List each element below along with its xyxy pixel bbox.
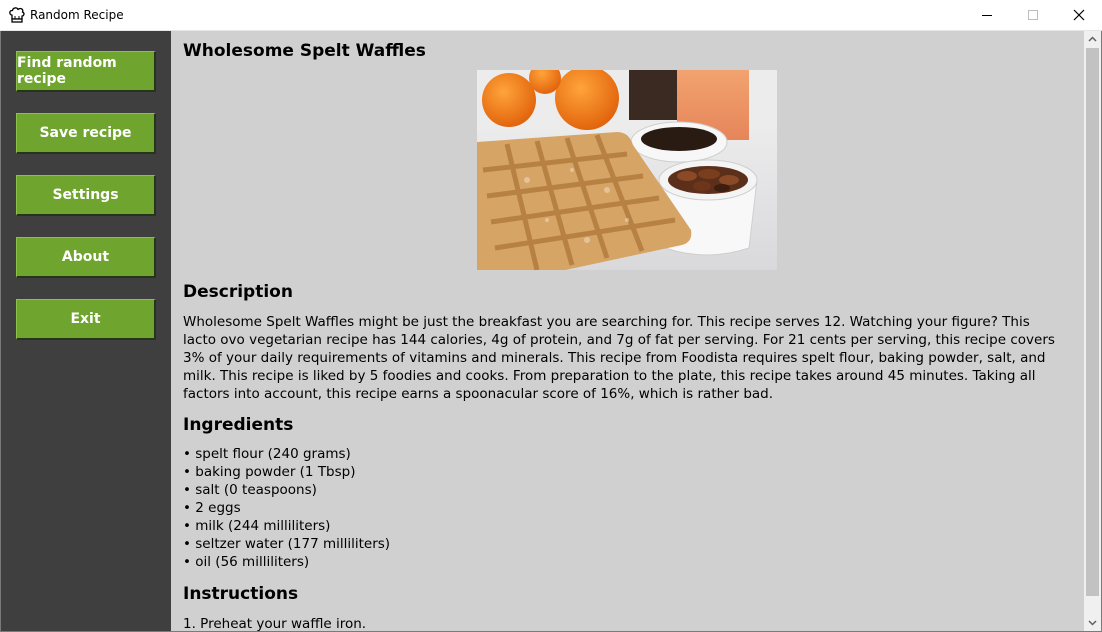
ingredient-item: • baking powder (1 Tbsp) [183, 464, 356, 480]
sidebar: Find random recipe Save recipe Settings … [1, 31, 171, 631]
vertical-scrollbar[interactable] [1084, 31, 1101, 631]
ingredients-list: • spelt flour (240 grams) • baking powde… [183, 445, 390, 571]
close-button[interactable] [1056, 0, 1102, 31]
minimize-icon [982, 15, 992, 16]
instructions-heading: Instructions [183, 584, 299, 604]
maximize-icon [1028, 10, 1038, 20]
title-bar: Random Recipe [0, 0, 1102, 31]
scroll-up-button[interactable] [1084, 31, 1101, 48]
recipe-description: Wholesome Spelt Waffles might be just th… [183, 314, 1055, 402]
exit-button[interactable]: Exit [16, 299, 156, 340]
ingredients-heading: Ingredients [183, 415, 294, 435]
ingredient-item: • milk (244 milliliters) [183, 518, 331, 534]
find-random-recipe-button[interactable]: Find random recipe [16, 51, 156, 92]
chevron-down-icon [1088, 620, 1097, 626]
window-title: Random Recipe [30, 8, 124, 22]
recipe-panel: Wholesome Spelt Waffles Description Whol… [171, 31, 1084, 631]
scroll-thumb[interactable] [1086, 48, 1099, 596]
settings-button[interactable]: Settings [16, 175, 156, 216]
chevron-up-icon [1088, 36, 1097, 42]
close-icon [1073, 9, 1085, 21]
recipe-image [477, 70, 777, 270]
scroll-down-button[interactable] [1084, 614, 1101, 631]
instructions-list: 1. Preheat your waffle iron. [183, 615, 366, 631]
ingredient-item: • seltzer water (177 milliliters) [183, 536, 391, 552]
about-button[interactable]: About [16, 237, 156, 278]
minimize-button[interactable] [964, 0, 1010, 31]
ingredient-item: • salt (0 teaspoons) [183, 482, 317, 498]
save-recipe-button[interactable]: Save recipe [16, 113, 156, 154]
maximize-button[interactable] [1010, 0, 1056, 31]
description-heading: Description [183, 282, 293, 302]
ingredient-item: • oil (56 milliliters) [183, 554, 310, 570]
instruction-step: 1. Preheat your waffle iron. [183, 616, 367, 631]
ingredient-item: • spelt flour (240 grams) [183, 446, 351, 462]
chef-hat-icon [8, 6, 26, 24]
recipe-title: Wholesome Spelt Waffles [183, 41, 426, 61]
ingredient-item: • 2 eggs [183, 500, 241, 516]
